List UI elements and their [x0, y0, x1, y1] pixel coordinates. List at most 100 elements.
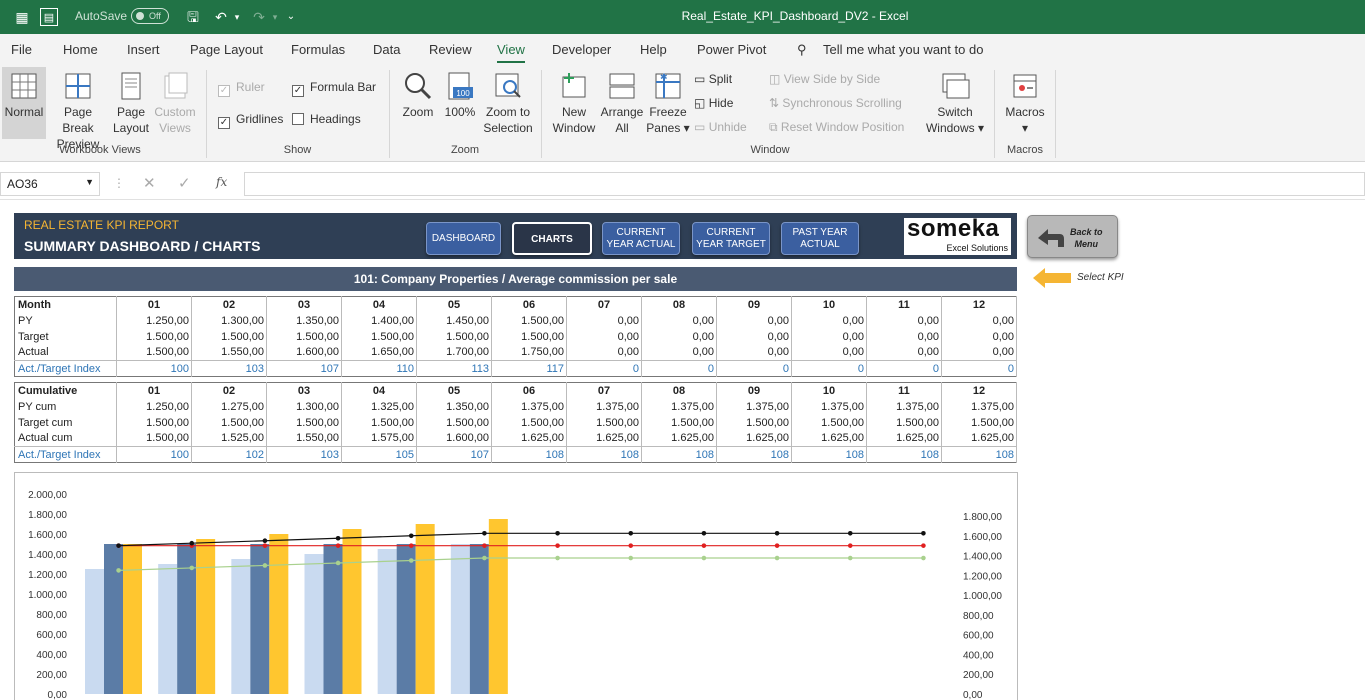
table-cell: 1.500,00 [116, 430, 192, 447]
ruler-checkbox[interactable]: ✓ Ruler [218, 80, 265, 97]
lightbulb-search-icon[interactable]: ⚲ [797, 42, 807, 58]
zoom-button[interactable]: Zoom [398, 71, 438, 120]
arrange-all-button[interactable]: Arrange All [599, 71, 645, 136]
tab-home[interactable]: Home [63, 42, 98, 57]
table-cell: 0,00 [566, 312, 642, 329]
nav-dashboard-button[interactable]: DASHBOARD [426, 222, 501, 255]
tab-insert[interactable]: Insert [127, 42, 160, 57]
worksheet: REAL ESTATE KPI REPORT SUMMARY DASHBOARD… [0, 200, 1365, 700]
page-layout-button[interactable]: Page Layout [111, 71, 151, 136]
table-cell: 1.550,00 [266, 430, 342, 447]
tab-help[interactable]: Help [640, 42, 667, 57]
line-point [921, 555, 926, 561]
freeze-panes-button[interactable]: ✱ Freeze Panes ▾ [646, 71, 690, 136]
bar-mark [469, 544, 489, 694]
insert-function-icon[interactable]: fx [216, 175, 227, 189]
cumulative-table: Cumulative 01 02 03 04 05 06 07 08 09 10 11 12 PY cum… [14, 382, 1017, 463]
tab-developer[interactable]: Developer [552, 42, 611, 57]
month-header: 08 [641, 382, 717, 399]
y-left-tick-label: 2.000,00 [28, 490, 67, 501]
table-cell: 0,00 [941, 328, 1017, 345]
table-cell: 1.500,00 [491, 328, 567, 345]
formula-bar-checkbox[interactable]: ✓ Formula Bar [292, 80, 376, 97]
line-point [555, 543, 560, 548]
view-side-by-side-button[interactable]: ◫ View Side by Side [769, 72, 880, 86]
line-point [847, 543, 853, 548]
tab-page-layout[interactable]: Page Layout [190, 42, 263, 57]
new-window-button[interactable]: New Window [550, 71, 598, 136]
group-macros: Macros [1006, 144, 1044, 156]
title-bar: ▦ ▤ AutoSave Off 🖫 ↶ ▾ ↷ ▾ ⌄ Real_Estate… [0, 0, 1365, 34]
nav-past-year-actual-button[interactable]: PAST YEAR ACTUAL [781, 222, 859, 255]
monthly-table: Month 01 02 03 04 05 06 07 08 09 10 11 12 PY 1.250,00 1… [14, 296, 1017, 377]
reset-window-position-button[interactable]: ⧉ Reset Window Position [769, 120, 904, 135]
bar-mark [396, 544, 416, 694]
tab-file[interactable]: File [11, 42, 32, 57]
month-header: 05 [416, 296, 492, 313]
table-cell: 1.500,00 [491, 312, 567, 329]
line-point [335, 543, 341, 548]
magnifier-icon [405, 73, 432, 100]
headings-checkbox[interactable]: Headings [292, 112, 361, 126]
hide-button[interactable]: ◱ Hide [694, 96, 733, 110]
cancel-icon[interactable]: ✕ [143, 174, 156, 192]
y-right-tick-label: 600,00 [963, 631, 994, 642]
page-break-icon [65, 73, 91, 99]
chevron-down-icon[interactable]: ▼ [85, 177, 94, 187]
macros-icon [1013, 74, 1037, 98]
custom-views-button[interactable]: Custom Views [153, 71, 197, 136]
nav-charts-button[interactable]: CHARTS [512, 222, 592, 255]
name-box[interactable]: AO36 ▼ [0, 172, 100, 196]
table-cell: 1.500,00 [341, 414, 417, 431]
bar-mark [304, 554, 324, 694]
row-label: Target [14, 328, 117, 345]
index-cell: 105 [341, 446, 417, 463]
index-cell: 108 [641, 446, 717, 463]
nav-current-year-target-button[interactable]: CURRENT YEAR TARGET [692, 222, 770, 255]
month-header: 06 [491, 382, 567, 399]
macros-button[interactable]: Macros ▾ [1003, 71, 1047, 136]
table-cell: 0,00 [866, 328, 942, 345]
normal-view-button[interactable]: Normal [2, 67, 46, 139]
table-row: PY 1.250,00 1.300,00 1.350,00 1.400,00 1.450,… [14, 312, 1017, 329]
tab-power-pivot[interactable]: Power Pivot [697, 42, 766, 57]
tell-me-search[interactable]: Tell me what you want to do [823, 42, 983, 57]
enter-icon[interactable]: ✓ [178, 174, 191, 192]
back-to-menu-button[interactable]: Back to Menu [1027, 215, 1118, 258]
tab-view[interactable]: View [497, 42, 525, 63]
index-cell: 0 [866, 360, 942, 377]
switch-windows-button[interactable]: Switch Windows ▾ [924, 71, 986, 136]
nav-current-year-actual-button[interactable]: CURRENT YEAR ACTUAL [602, 222, 680, 255]
tab-formulas[interactable]: Formulas [291, 42, 345, 57]
index-cell: 0 [941, 360, 1017, 377]
split-button[interactable]: ▭ Split [694, 72, 732, 86]
line-point [555, 555, 560, 561]
table-cell: 0,00 [791, 312, 867, 329]
y-left-tick-label: 1.400,00 [28, 550, 67, 561]
bar-mark [231, 559, 251, 694]
unhide-button[interactable]: ▭ Unhide [694, 120, 747, 134]
line-point [555, 531, 560, 536]
page-break-preview-button[interactable]: Page Break Preview [49, 71, 107, 152]
index-cell: 108 [866, 446, 942, 463]
month-header: 01 [116, 382, 192, 399]
bar-mark [123, 544, 142, 694]
line-point [262, 563, 268, 568]
formula-input[interactable] [244, 172, 1365, 196]
tab-data[interactable]: Data [373, 42, 400, 57]
table-cell: 0,00 [791, 344, 867, 361]
index-cell: 108 [791, 446, 867, 463]
table-row: Actual 1.500,00 1.550,00 1.600,00 1.650,00 1.… [14, 344, 1017, 361]
select-kpi-hint: Select KPI [1077, 272, 1124, 283]
gridlines-checkbox[interactable]: ✓ Gridlines [218, 112, 283, 129]
month-header: 07 [566, 382, 642, 399]
table-cell: 1.500,00 [191, 414, 267, 431]
zoom-100-button[interactable]: 100 100% [442, 71, 478, 120]
tab-review[interactable]: Review [429, 42, 472, 57]
index-cell: 100 [116, 446, 192, 463]
table-cell: 0,00 [866, 312, 942, 329]
synchronous-scrolling-button[interactable]: ⇅ Synchronous Scrolling [769, 96, 902, 110]
zoom-to-selection-button[interactable]: Zoom to Selection [482, 71, 534, 136]
y-right-tick-label: 1.000,00 [963, 591, 1002, 602]
index-cell: 108 [566, 446, 642, 463]
